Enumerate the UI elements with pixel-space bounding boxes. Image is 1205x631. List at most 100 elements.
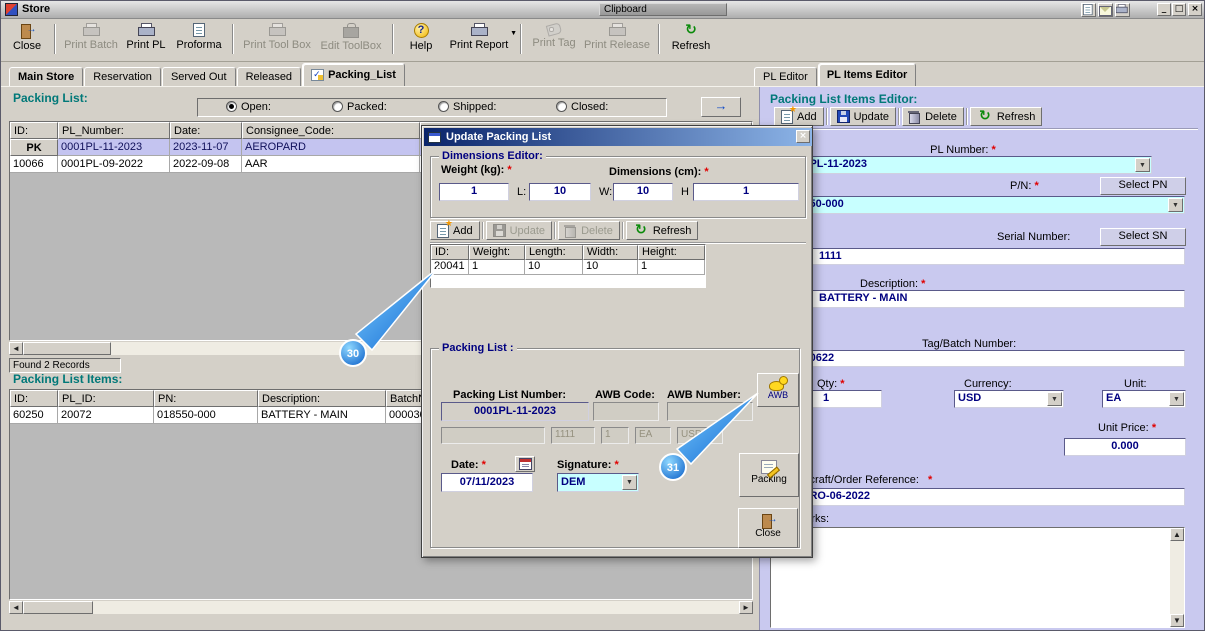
cell-consignee-code[interactable]: AEROPARD <box>242 139 420 156</box>
remarks-textarea[interactable]: ▲ ▼ <box>770 527 1185 628</box>
dialog-delete-button[interactable]: Delete <box>558 221 620 240</box>
radio-closed[interactable] <box>556 101 567 112</box>
column-header[interactable]: Description: <box>258 390 386 407</box>
filter-closed[interactable]: Closed: <box>556 101 608 113</box>
tab-reservation[interactable]: Reservation <box>84 67 161 86</box>
radio-packed[interactable] <box>332 101 343 112</box>
cell-pl-id[interactable]: 20072 <box>58 407 154 424</box>
currency-combobox[interactable]: USD <box>954 390 1064 408</box>
column-header[interactable]: Height: <box>638 245 705 260</box>
apply-filter-button[interactable]: → <box>701 97 741 117</box>
cell-consignee-code[interactable]: AAR <box>242 156 420 173</box>
titlebar-document-icon[interactable] <box>1081 3 1096 17</box>
scroll-right-button[interactable]: ► <box>739 601 753 614</box>
signature-combobox[interactable]: DEM <box>557 473 639 492</box>
chevron-down-icon[interactable] <box>1135 158 1150 172</box>
restore-button[interactable]: □ <box>1172 3 1186 16</box>
row-indicator-cell[interactable]: PK <box>10 139 58 156</box>
tab-pl-items-editor[interactable]: PL Items Editor <box>817 63 917 86</box>
cell-pn[interactable]: 018550-000 <box>154 407 258 424</box>
scroll-thumb[interactable] <box>23 342 111 355</box>
close-window-button[interactable]: × <box>1188 3 1202 16</box>
cell-width[interactable]: 10 <box>583 260 638 275</box>
dialog-add-button[interactable]: Add <box>430 218 480 240</box>
width-field[interactable]: 10 <box>613 183 673 201</box>
awb-button[interactable]: AWB <box>757 373 799 407</box>
column-header[interactable]: ID: <box>10 122 58 139</box>
column-header[interactable]: PL_ID: <box>58 390 154 407</box>
date-field[interactable]: 07/11/2023 <box>441 473 533 492</box>
select-pn-button[interactable]: Select PN <box>1100 177 1186 195</box>
column-header[interactable]: Weight: <box>469 245 525 260</box>
cell-weight[interactable]: 1 <box>469 260 525 275</box>
cell-id[interactable]: 60250 <box>10 407 58 424</box>
dialog-title-bar[interactable]: Update Packing List × <box>424 128 812 146</box>
cell-id[interactable]: 10066 <box>10 156 58 173</box>
column-header[interactable]: Consignee_Code: <box>242 122 420 139</box>
column-header[interactable]: ID: <box>431 245 469 260</box>
toolbar-print-tag-button[interactable]: Print Tag <box>527 21 581 57</box>
chevron-down-icon[interactable] <box>622 475 637 490</box>
cell-pl-number[interactable]: 0001PL-11-2023 <box>58 139 170 156</box>
filter-shipped[interactable]: Shipped: <box>438 101 496 113</box>
items-add-button[interactable]: Add <box>774 104 824 126</box>
dialog-update-button[interactable]: Update <box>485 221 553 240</box>
toolbar-close-button[interactable]: Close <box>5 21 49 57</box>
height-field[interactable]: 1 <box>693 183 799 201</box>
aircraft-order-reference-field[interactable]: 0001RO-06-2022 <box>770 488 1185 506</box>
tab-released[interactable]: Released <box>236 67 302 86</box>
tag-batch-field[interactable]: 000030622 <box>770 350 1185 367</box>
cell-pl-number[interactable]: 0001PL-09-2022 <box>58 156 170 173</box>
chevron-down-icon[interactable] <box>1169 392 1184 406</box>
toolbar-proforma-button[interactable]: Proforma <box>171 21 227 57</box>
scroll-up-button[interactable]: ▲ <box>1170 528 1184 541</box>
scroll-thumb[interactable] <box>23 601 93 614</box>
pn-combobox[interactable]: 018550-000 <box>770 196 1185 214</box>
scroll-left-button[interactable]: ◄ <box>9 342 23 355</box>
column-header[interactable]: Date: <box>170 122 242 139</box>
radio-shipped[interactable] <box>438 101 449 112</box>
toolbar-help-button[interactable]: Help <box>399 21 443 57</box>
cell-height[interactable]: 1 <box>638 260 705 275</box>
toolbar-print-release-button[interactable]: Print Release <box>581 21 653 57</box>
print-report-dropdown-arrow[interactable]: ▼ <box>510 30 517 37</box>
dialog-refresh-button[interactable]: Refresh <box>625 221 699 240</box>
cell-description[interactable]: BATTERY - MAIN <box>258 407 386 424</box>
pl-number-combobox[interactable]: 0001PL-11-2023 <box>770 156 1152 174</box>
dialog-close-icon[interactable]: × <box>796 130 810 143</box>
tab-packing-list[interactable]: Packing_List <box>302 63 405 86</box>
chevron-down-icon[interactable] <box>1047 392 1062 406</box>
items-hscrollbar[interactable]: ◄ ► <box>9 601 753 614</box>
remarks-vscrollbar[interactable]: ▲ ▼ <box>1170 528 1184 627</box>
weight-field[interactable]: 1 <box>439 183 509 201</box>
cell-date[interactable]: 2022-09-08 <box>170 156 242 173</box>
toolbar-edit-toolbox-button[interactable]: Edit ToolBox <box>315 21 387 57</box>
select-sn-button[interactable]: Select SN <box>1100 228 1186 246</box>
filter-packed[interactable]: Packed: <box>332 101 387 113</box>
items-delete-button[interactable]: Delete <box>902 107 964 126</box>
cell-length[interactable]: 10 <box>525 260 583 275</box>
items-update-button[interactable]: Update <box>829 107 897 126</box>
toolbar-print-batch-button[interactable]: Print Batch <box>61 21 121 57</box>
serial-number-field[interactable]: 1111 <box>770 248 1185 265</box>
column-header[interactable]: PN: <box>154 390 258 407</box>
column-header[interactable]: Length: <box>525 245 583 260</box>
radio-open[interactable] <box>226 101 237 112</box>
filter-open[interactable]: Open: <box>226 101 271 113</box>
unit-combobox[interactable]: EA <box>1102 390 1186 408</box>
column-header[interactable]: ID: <box>10 390 58 407</box>
tab-main-store[interactable]: Main Store <box>9 67 84 86</box>
packing-button[interactable]: Packing <box>739 453 799 497</box>
cell-id[interactable]: 20041 <box>431 260 469 275</box>
toolbar-print-report-button[interactable]: Print Report ▼ <box>443 21 517 57</box>
unit-price-field[interactable]: 0.000 <box>1064 438 1186 456</box>
scroll-left-button[interactable]: ◄ <box>9 601 23 614</box>
chevron-down-icon[interactable] <box>1168 198 1183 212</box>
toolbar-refresh-button[interactable]: Refresh <box>665 21 717 57</box>
length-field[interactable]: 10 <box>529 183 591 201</box>
description-field[interactable]: BATTERY - MAIN <box>770 290 1185 308</box>
items-refresh-button[interactable]: Refresh <box>969 107 1043 126</box>
tab-served-out[interactable]: Served Out <box>161 67 236 86</box>
calendar-button[interactable] <box>515 456 535 472</box>
scroll-down-button[interactable]: ▼ <box>1170 614 1184 627</box>
